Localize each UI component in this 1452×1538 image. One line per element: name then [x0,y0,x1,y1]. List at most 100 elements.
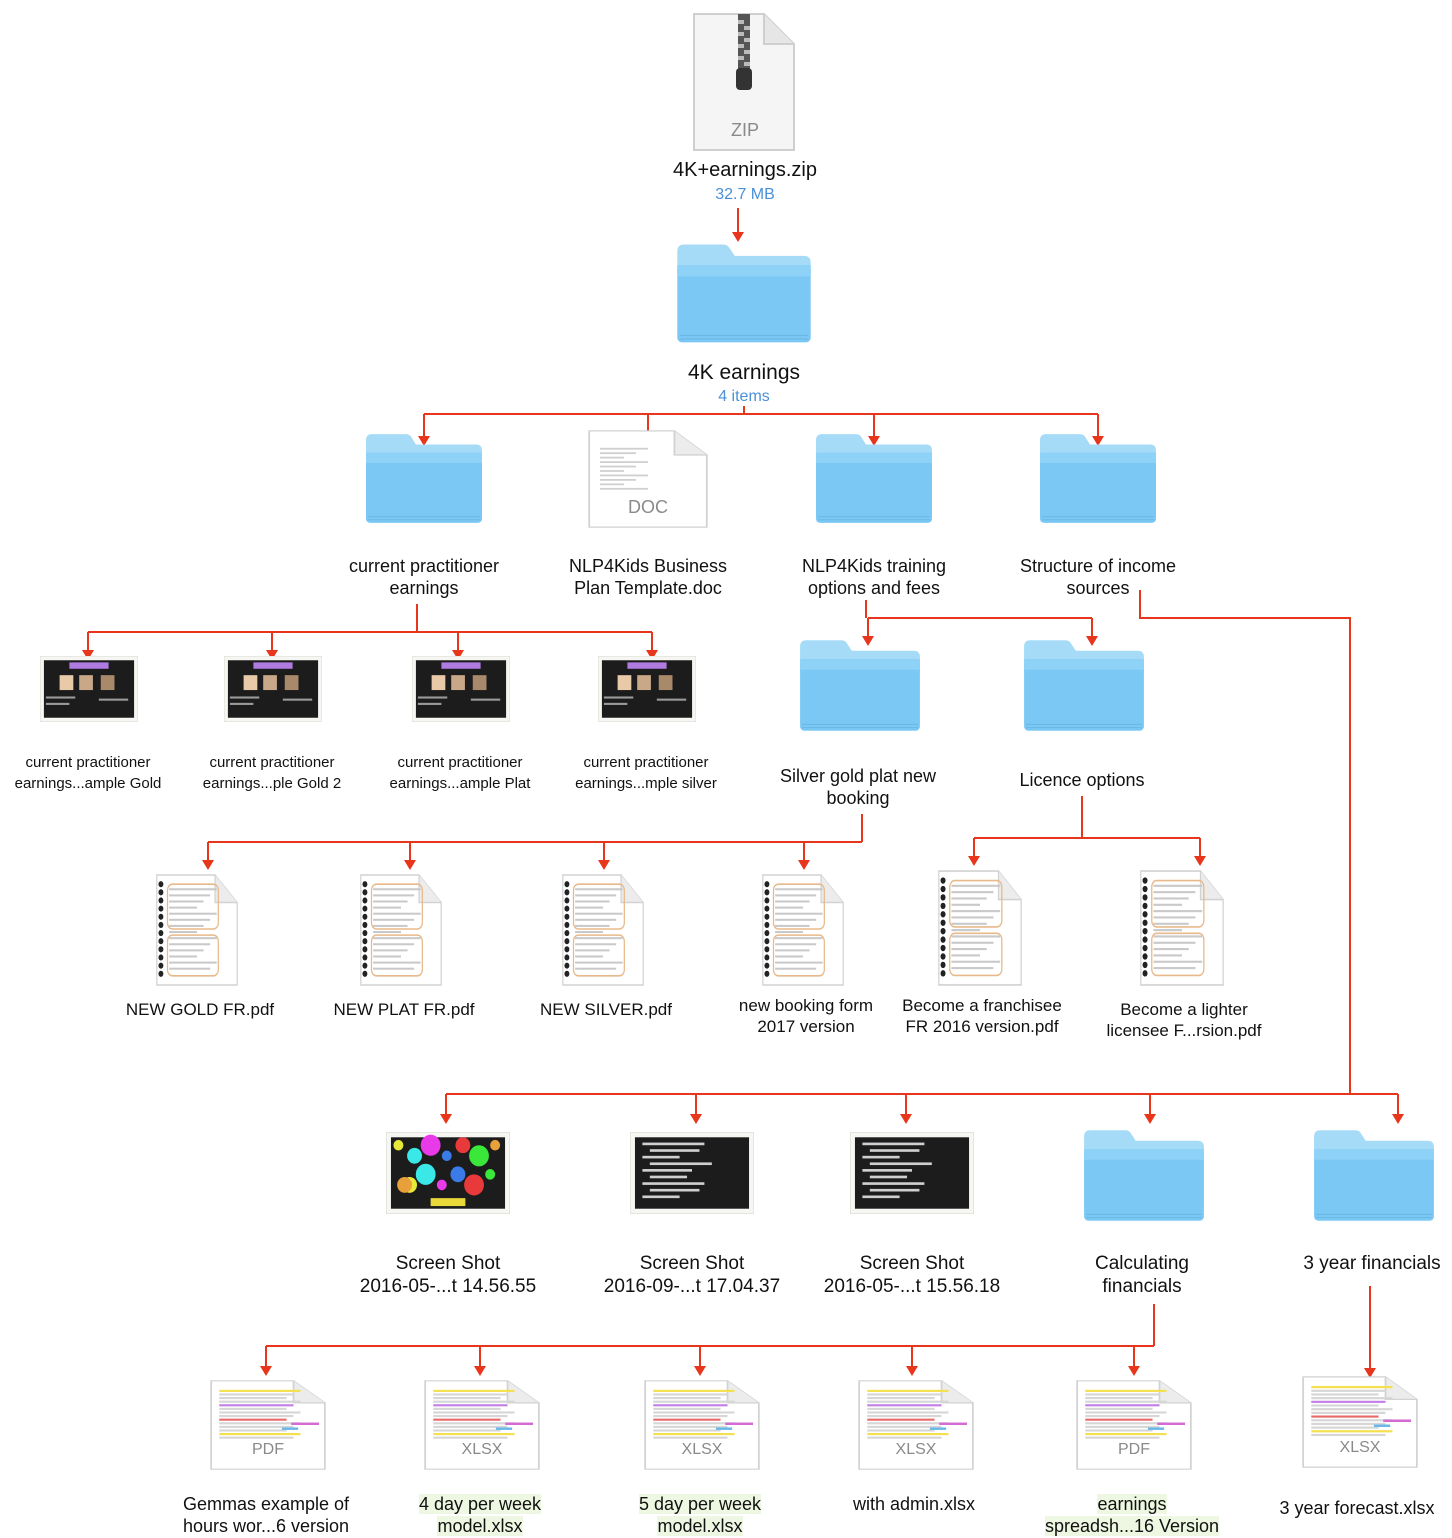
label-line: Become a franchisee [902,996,1062,1015]
label-line: sources [1066,577,1130,598]
node-cpe-slide-1[interactable]: current practitioner earnings...ple Gold … [182,655,362,796]
label-line: Screen Shot [395,1253,501,1274]
zip-file-size: 32.7 MB [715,186,775,203]
label-line: current practitioner [583,754,709,771]
label-line: NLP4Kids Business [568,556,728,576]
folder-item-count: 4 items [718,388,770,405]
node-label: NLP4Kids Business Plan Template.doc [538,556,758,600]
folder-4k-earnings[interactable]: 4K earnings 4 items [670,240,818,412]
calc-branch-0-arrowhead [260,1366,272,1376]
node-label: 3 year financials [1262,1252,1452,1275]
node-sis-screenshot-0[interactable]: Screen Shot 2016-05-...t 14.56.55 [338,1128,558,1308]
node-label: Become a franchisee FR 2016 version.pdf [882,996,1082,1037]
node-cpe-slide-0[interactable]: current practitioner earnings...ample Gol… [0,655,178,796]
node-cpe[interactable]: current practitioner earnings [314,430,534,610]
label-line: current practitioner [209,754,335,771]
node-calc-file-3[interactable]: XLSX with admin.xlsx [804,1380,1024,1537]
file-type-tag: XLSX [895,1441,937,1459]
label-line: 2017 version [757,1016,855,1036]
label-line: Licence options [1019,770,1145,790]
node-tof[interactable]: NLP4Kids training options and fees [764,430,984,610]
node-label: current practitioner earnings...ample Gol… [0,752,178,794]
node-calc-file-4[interactable]: PDF earnings spreadsh...16 Version [1022,1380,1242,1537]
folder-name: 4K earnings [687,361,801,384]
label-line: NEW SILVER.pdf [540,1000,672,1019]
file-type-tag: XLSX [1339,1438,1381,1456]
node-booking-pdf-1[interactable]: NEW PLAT FR.pdf [304,874,504,1044]
calc-branch-2-arrowhead [694,1366,706,1376]
folder-icon [814,430,934,528]
label-line: Screen Shot [639,1253,745,1274]
node-cpe-slide-2[interactable]: current practitioner earnings...ample Pla… [370,655,550,796]
node-licence-pdf-0[interactable]: Become a franchisee FR 2016 version.pdf [882,870,1082,1048]
sis-branch-4-arrowhead [1392,1114,1404,1124]
label-line: earnings...ple Gold 2 [202,775,342,792]
label-line: booking [826,787,890,808]
node-licence-pdf-1[interactable]: Become a lighter licensee F...rsion.pdf [1084,870,1284,1048]
node-booking-pdf-3[interactable]: new booking form 2017 version [706,874,906,1044]
label-line: earnings...ample Gold [14,775,162,792]
node-tof-folder-0[interactable]: Silver gold plat new booking [748,636,968,826]
folder-icon [675,240,813,348]
node-booking-pdf-0[interactable]: NEW GOLD FR.pdf [100,874,300,1044]
node-calc-file-2[interactable]: XLSX 5 day per week model.xlsx [590,1380,810,1537]
label-line: model.xlsx [437,1515,523,1536]
file-type-tag: PDF [1118,1441,1150,1459]
node-label: Screen Shot 2016-09-...t 17.04.37 [582,1252,802,1298]
label-line: 2016-05-...t 14.56.55 [359,1276,537,1298]
file-type-tag: XLSX [461,1441,503,1459]
label-line: Structure of income [1019,556,1177,576]
label-line: Calculating [1095,1253,1189,1274]
node-sis-screenshot-1[interactable]: Screen Shot 2016-09-...t 17.04.37 [582,1128,802,1308]
node-label: NEW GOLD FR.pdf [100,1000,300,1021]
node-fin-file-0[interactable]: XLSX 3 year forecast.xlsx [1262,1376,1452,1537]
label-line: hours wor...6 version [182,1515,350,1536]
label-line: 2016-05-...t 15.56.18 [823,1276,1001,1298]
node-sis-folder-3[interactable]: Calculating financials [1032,1128,1252,1308]
label-line: earnings...mple silver [575,775,717,792]
label-line: Plan Template.doc [574,577,722,598]
folder-icon [1022,636,1146,736]
label-line: Screen Shot [859,1253,965,1274]
label-line: Gemmas example of [182,1494,350,1514]
booking-branch-0-arrowhead [202,860,214,870]
booking-branch-1-arrowhead [404,860,416,870]
node-label: NEW SILVER.pdf [506,1000,706,1021]
label-line: licensee F...rsion.pdf [1106,1020,1262,1040]
node-label: Gemmas example of hours wor...6 version [156,1494,376,1538]
node-cpe-slide-3[interactable]: current practitioner earnings...mple silv… [556,655,736,796]
node-sis-screenshot-2[interactable]: Screen Shot 2016-05-...t 15.56.18 [802,1128,1022,1308]
label-line: options and fees [807,577,941,598]
node-label: 5 day per week model.xlsx [590,1494,810,1538]
calc-branch-3-arrowhead [906,1366,918,1376]
label-line: 2016-09-...t 17.04.37 [603,1276,781,1298]
zip-file-node[interactable]: ZIP 4K+earnings.zip 32.7 MB [673,8,817,218]
booking-branch-2-arrowhead [598,860,610,870]
node-label: current practitioner earnings [314,556,534,600]
label-line: current practitioner [348,556,500,576]
node-label: Screen Shot 2016-05-...t 14.56.55 [338,1252,558,1298]
label-line: NEW PLAT FR.pdf [333,1000,475,1019]
label-line: earnings [389,577,459,598]
node-sis[interactable]: Structure of income sources [988,430,1208,610]
booking-branch-3-arrowhead [798,860,810,870]
label-line: Become a lighter [1120,1000,1248,1019]
label-line: NLP4Kids training [801,556,947,576]
node-sis-folder-4[interactable]: 3 year financials [1262,1128,1452,1308]
pdf-file-icon [938,870,1022,986]
node-calc-file-1[interactable]: XLSX 4 day per week model.xlsx [370,1380,590,1537]
screenshot-thumbnail-icon [849,1131,975,1215]
label-line: 5 day per week [638,1494,762,1514]
node-label: 4 day per week model.xlsx [370,1494,590,1538]
folder-icon [1312,1126,1436,1226]
node-tof-folder-1[interactable]: Licence options [972,636,1192,826]
folder-icon [1038,430,1158,528]
label-line: financials [1102,1276,1182,1298]
node-booking-pdf-2[interactable]: NEW SILVER.pdf [506,874,706,1044]
node-bp[interactable]: DOC NLP4Kids Business Plan Template.doc [538,430,758,610]
label-line: 4 day per week [418,1494,542,1514]
label-line: earnings...ample Plat [389,775,531,792]
folder-icon [364,430,484,528]
node-calc-file-0[interactable]: PDF Gemmas example of hours wor...6 versio… [156,1380,376,1537]
file-type-tag: XLSX [681,1441,723,1459]
